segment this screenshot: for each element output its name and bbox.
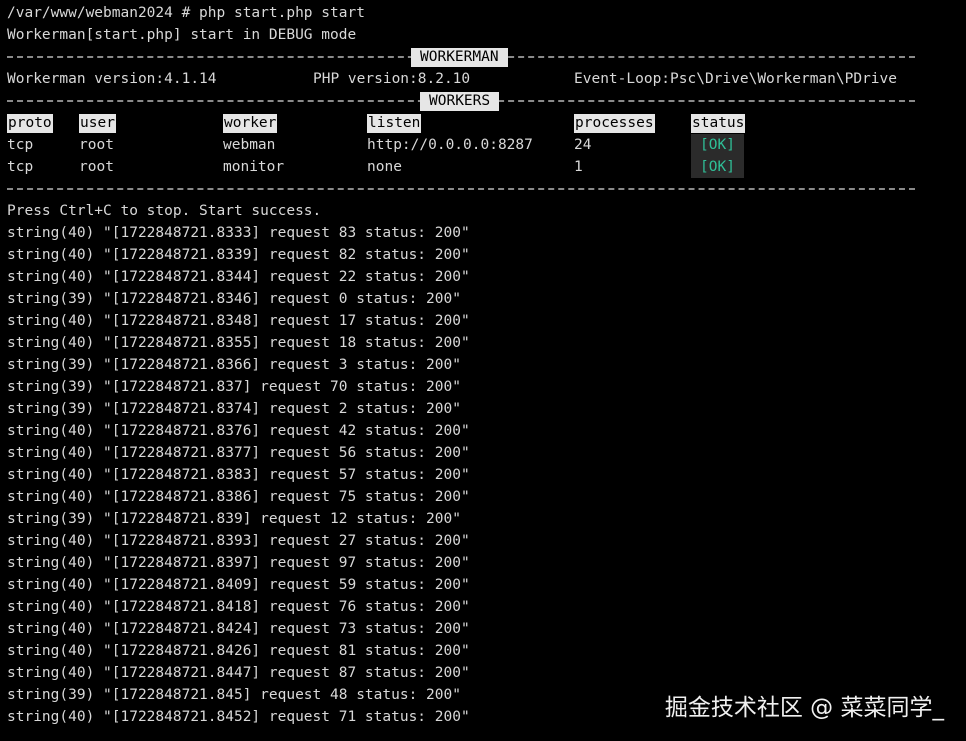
worker-proto: tcp — [7, 159, 34, 175]
workerman-version: Workerman version:4.1.14 — [7, 71, 217, 87]
version-line: Workerman version:4.1.14 PHP version:8.2… — [7, 68, 966, 90]
dashed-divider — [7, 188, 915, 190]
worker-listen: http://0.0.0.0:8287 — [367, 137, 533, 153]
worker-status-ok: [OK] — [691, 156, 744, 178]
command-line: /var/www/webman2024 # php start.php star… — [7, 5, 365, 21]
log-line: string(40) "[1722848721.8397] request 97… — [7, 555, 470, 571]
log-line: string(39) "[1722848721.8366] request 3 … — [7, 357, 461, 373]
log-line: string(40) "[1722848721.8386] request 75… — [7, 489, 470, 505]
log-line: string(40) "[1722848721.8376] request 42… — [7, 423, 470, 439]
worker-listen: none — [367, 159, 402, 175]
php-version: PHP version:8.2.10 — [313, 71, 471, 87]
start-success-line: Press Ctrl+C to stop. Start success. — [7, 203, 322, 219]
worker-row: tcp root monitor none 1 [OK] — [7, 156, 966, 178]
worker-processes: 24 — [574, 137, 592, 153]
log-line: string(40) "[1722848721.8355] request 18… — [7, 335, 470, 351]
header-proto: proto — [7, 114, 53, 133]
event-loop: Event-Loop:Psc\Drive\Workerman\PDrive — [574, 71, 898, 87]
worker-user: root — [79, 137, 114, 153]
worker-name: webman — [223, 137, 276, 153]
worker-status-ok: [OK] — [691, 134, 744, 156]
worker-name: monitor — [223, 159, 285, 175]
worker-user: root — [79, 159, 114, 175]
log-line: string(39) "[1722848721.8374] request 2 … — [7, 401, 461, 417]
header-user: user — [79, 114, 116, 133]
log-line: string(40) "[1722848721.8339] request 82… — [7, 247, 470, 263]
workers-header-row: proto user worker listen processes statu… — [7, 112, 966, 134]
bottom-separator — [7, 178, 966, 200]
log-line: string(40) "[1722848721.8447] request 87… — [7, 665, 470, 681]
log-line: string(40) "[1722848721.8333] request 83… — [7, 225, 470, 241]
log-line: string(40) "[1722848721.8393] request 27… — [7, 533, 470, 549]
log-line: string(39) "[1722848721.839] request 12 … — [7, 511, 461, 527]
log-line: string(40) "[1722848721.8344] request 22… — [7, 269, 470, 285]
watermark: 掘金技术社区 @ 菜菜同学_ — [664, 695, 944, 721]
workerman-separator: WORKERMAN — [7, 46, 966, 68]
header-processes: processes — [574, 114, 655, 133]
log-line: string(40) "[1722848721.8426] request 81… — [7, 643, 470, 659]
worker-processes: 1 — [574, 159, 583, 175]
header-status: status — [691, 114, 746, 133]
worker-row: tcp root webman http://0.0.0.0:8287 24 [… — [7, 134, 966, 156]
header-listen: listen — [367, 114, 422, 133]
log-line: string(39) "[1722848721.837] request 70 … — [7, 379, 461, 395]
start-mode-line: Workerman[start.php] start in DEBUG mode — [7, 27, 357, 43]
log-line: string(40) "[1722848721.8424] request 73… — [7, 621, 470, 637]
log-line: string(40) "[1722848721.8409] request 59… — [7, 577, 470, 593]
log-line: string(40) "[1722848721.8418] request 76… — [7, 599, 470, 615]
log-line: string(40) "[1722848721.8348] request 17… — [7, 313, 470, 329]
log-line: string(40) "[1722848721.8383] request 57… — [7, 467, 470, 483]
workers-label: WORKERS — [420, 92, 500, 111]
log-line: string(40) "[1722848721.8377] request 56… — [7, 445, 470, 461]
header-worker: worker — [223, 114, 278, 133]
log-line: string(39) "[1722848721.8346] request 0 … — [7, 291, 461, 307]
worker-proto: tcp — [7, 137, 34, 153]
workers-separator: WORKERS — [7, 90, 966, 112]
terminal-output[interactable]: /var/www/webman2024 # php start.php star… — [7, 2, 966, 728]
workerman-label: WORKERMAN — [411, 48, 508, 67]
